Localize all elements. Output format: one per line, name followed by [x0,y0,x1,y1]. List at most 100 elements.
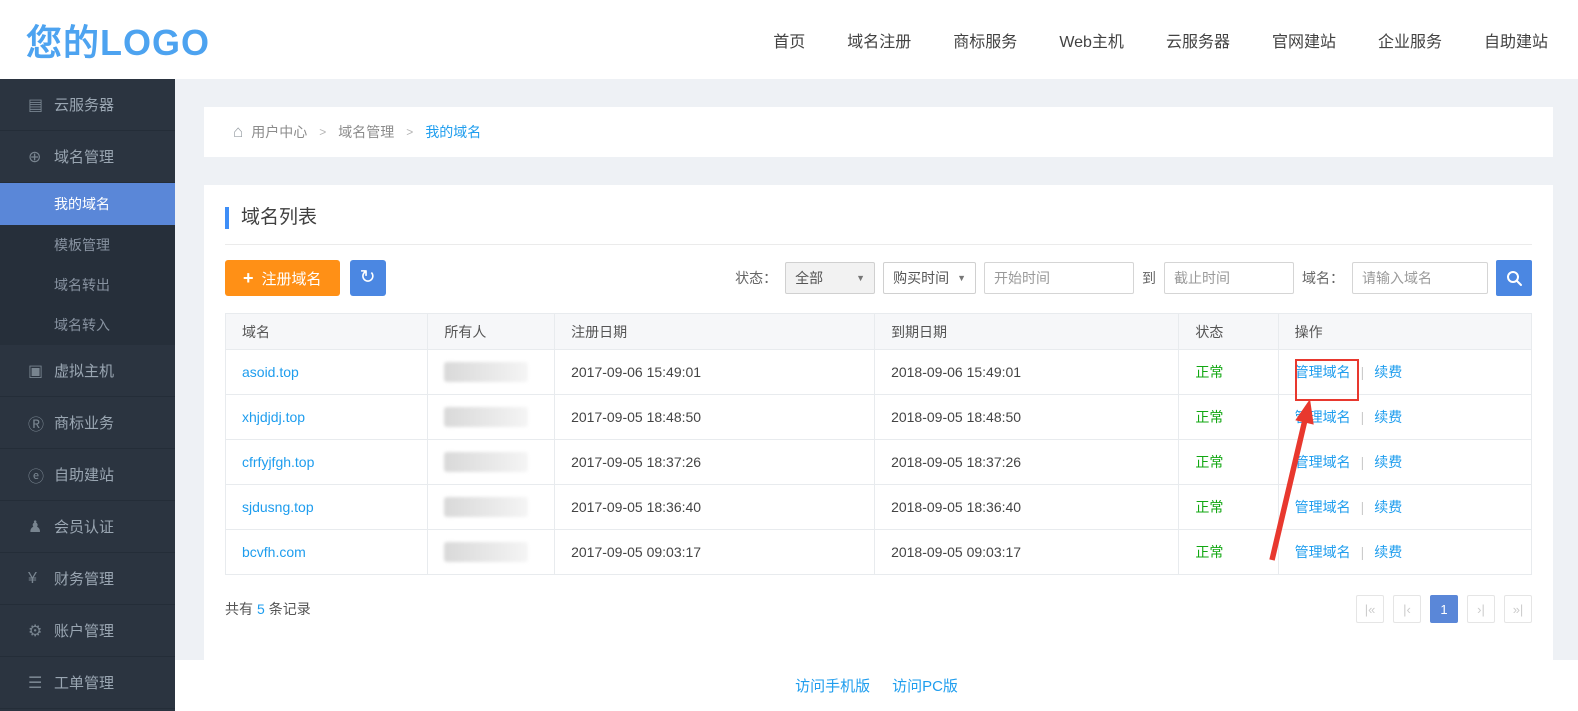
sidebar-item-member-auth[interactable]: ♟ 会员认证 [0,501,175,553]
prev-page-button[interactable]: |‹ [1393,595,1421,623]
breadcrumb-user-center[interactable]: 用户中心 [251,122,307,142]
renew-link[interactable]: 续费 [1374,544,1402,560]
register-date: 2017-09-05 09:03:17 [555,530,875,575]
sidebar-subitem-label: 我的域名 [54,194,110,214]
domain-link[interactable]: asoid.top [242,364,299,380]
domain-link[interactable]: cfrfyjfgh.top [242,454,314,470]
sidebar-item-label: 虚拟主机 [54,360,114,381]
sidebar-subitem-domain-transfer-out[interactable]: 域名转出 [0,265,175,305]
manage-domain-link[interactable]: 管理域名 [1295,364,1351,380]
plus-icon: + [243,268,254,289]
register-domain-button[interactable]: + 注册域名 [225,260,340,296]
sidebar-subitem-label: 域名转出 [54,275,110,295]
trademark-icon: Ⓡ [28,411,54,435]
sidebar-item-label: 会员认证 [54,516,114,537]
last-page-button[interactable]: »| [1504,595,1532,623]
sidebar-item-virtual-host[interactable]: ▣ 虚拟主机 [0,345,175,397]
time-type-value: 购买时间 [893,268,949,288]
owner-redacted [444,542,528,562]
pc-version-link[interactable]: 访问PC版 [892,675,958,696]
action-separator: | [1361,454,1365,470]
renew-link[interactable]: 续费 [1374,409,1402,425]
page-number-button[interactable]: 1 [1430,595,1458,623]
expire-date: 2018-09-05 09:03:17 [875,530,1179,575]
pagination: |« |‹ 1 ›| »| [1356,595,1532,623]
renew-link[interactable]: 续费 [1374,499,1402,515]
manage-domain-link[interactable]: 管理域名 [1295,454,1351,470]
sidebar-item-label: 账户管理 [54,620,114,641]
end-time-input[interactable] [1164,262,1294,294]
member-auth-icon: ♟ [28,517,54,537]
expire-date: 2018-09-05 18:36:40 [875,485,1179,530]
sidebar-item-site-builder[interactable]: ⓔ 自助建站 [0,449,175,501]
finance-icon: ¥ [28,570,54,588]
register-date: 2017-09-05 18:48:50 [555,395,875,440]
nav-item-trademark-service[interactable]: 商标服务 [953,28,1017,52]
sidebar-item-account-management[interactable]: ⚙ 账户管理 [0,605,175,657]
domain-link[interactable]: sjdusng.top [242,499,314,515]
nav-item-self-service-site[interactable]: 自助建站 [1484,28,1548,52]
sidebar-item-work-order[interactable]: ☰ 工单管理 [0,657,175,709]
refresh-icon: ↻ [360,267,376,288]
logo: 您的LOGO [26,14,210,66]
domain-link[interactable]: xhjdjdj.top [242,409,305,425]
domain-search-input[interactable] [1352,262,1488,294]
manage-domain-link[interactable]: 管理域名 [1295,409,1351,425]
status-badge: 正常 [1195,454,1223,470]
sidebar-subitem-template-management[interactable]: 模板管理 [0,225,175,265]
status-select-value: 全部 [795,268,823,288]
status-badge: 正常 [1195,544,1223,560]
mobile-version-link[interactable]: 访问手机版 [795,675,870,696]
expire-date: 2018-09-06 15:49:01 [875,350,1179,395]
main-content: ⌂ 用户中心 > 域名管理 > 我的域名 域名列表 + 注册域名 ↻ 状态： [175,79,1578,711]
manage-domain-link[interactable]: 管理域名 [1295,544,1351,560]
nav-item-web-hosting[interactable]: Web主机 [1059,28,1124,52]
domain-link[interactable]: bcvfh.com [242,544,306,560]
sidebar-item-label: 财务管理 [54,568,114,589]
register-domain-label: 注册域名 [262,268,322,289]
nav-item-enterprise-service[interactable]: 企业服务 [1378,28,1442,52]
chevron-down-icon: ▼ [957,273,966,283]
toolbar: + 注册域名 ↻ 状态： 全部 ▼ 购买时间 ▼ [225,260,1532,296]
col-header-status: 状态 [1179,314,1278,350]
page-title: 域名列表 [225,207,1532,229]
next-page-button[interactable]: ›| [1467,595,1495,623]
owner-redacted [444,452,528,472]
nav-item-home[interactable]: 首页 [773,28,805,52]
col-header-owner: 所有人 [428,314,555,350]
renew-link[interactable]: 续费 [1374,364,1402,380]
sidebar-item-label: 云服务器 [54,94,114,115]
sidebar-subitem-my-domains[interactable]: 我的域名 [0,183,175,225]
nav-item-cloud-server[interactable]: 云服务器 [1166,28,1230,52]
sidebar-subitem-label: 模板管理 [54,235,110,255]
first-page-button[interactable]: |« [1356,595,1384,623]
nav-item-website-building[interactable]: 官网建站 [1272,28,1336,52]
virtual-host-icon: ▣ [28,361,54,381]
sidebar-item-finance-management[interactable]: ¥ 财务管理 [0,553,175,605]
time-type-select[interactable]: 购买时间 ▼ [883,262,976,294]
manage-domain-link[interactable]: 管理域名 [1295,499,1351,515]
action-separator: | [1361,544,1365,560]
start-time-input[interactable] [984,262,1134,294]
nav-item-domain-register[interactable]: 域名注册 [847,28,911,52]
renew-link[interactable]: 续费 [1374,454,1402,470]
sidebar-item-trademark-business[interactable]: Ⓡ 商标业务 [0,397,175,449]
sidebar-item-cloud-server[interactable]: ▤ 云服务器 [0,79,175,131]
status-select[interactable]: 全部 ▼ [785,262,875,294]
breadcrumb-separator: > [319,125,326,139]
breadcrumb-domain-management[interactable]: 域名管理 [338,122,394,142]
panel-title-row: 域名列表 [225,185,1532,245]
breadcrumb-current: 我的域名 [425,122,481,142]
breadcrumb: ⌂ 用户中心 > 域名管理 > 我的域名 [204,107,1553,157]
account-gear-icon: ⚙ [28,621,54,641]
record-count-value: 5 [257,601,265,617]
search-button[interactable] [1496,260,1532,296]
owner-redacted [444,362,528,382]
sidebar-item-domain-management[interactable]: ⊕ 域名管理 [0,131,175,183]
breadcrumb-separator: > [406,125,413,139]
refresh-button[interactable]: ↻ [350,260,386,296]
top-header: 您的LOGO 首页 域名注册 商标服务 Web主机 云服务器 官网建站 企业服务… [0,0,1578,79]
site-builder-icon: ⓔ [28,463,54,487]
sidebar-subitem-domain-transfer-in[interactable]: 域名转入 [0,305,175,345]
domain-globe-icon: ⊕ [28,147,54,167]
